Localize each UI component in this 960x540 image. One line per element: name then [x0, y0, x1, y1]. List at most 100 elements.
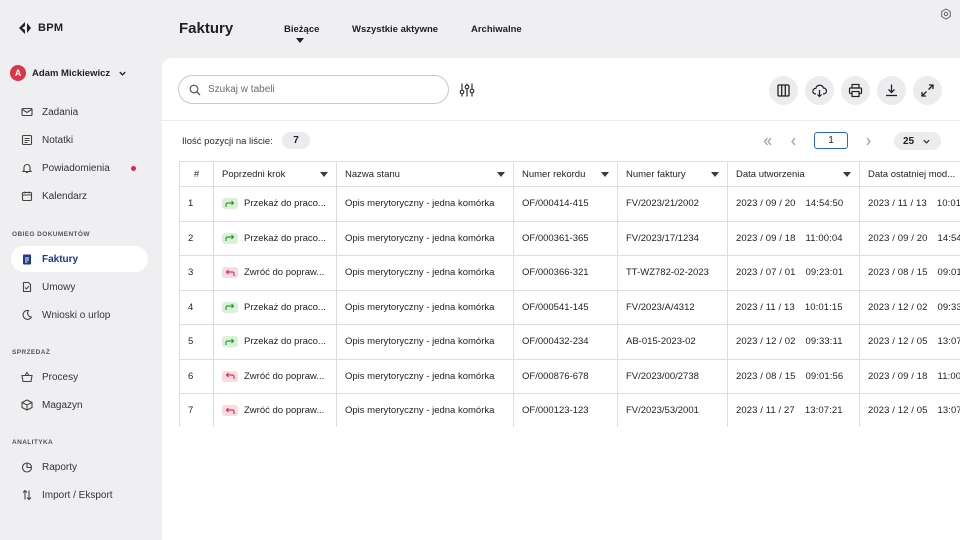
sort-caret-icon[interactable] — [843, 171, 851, 177]
sidebar-item-wnioski[interactable]: Wnioski o urlop — [11, 302, 148, 328]
cell-state-name: Opis merytoryczny - jedna komórka — [336, 220, 514, 256]
tab-biezace[interactable]: Bieżące — [284, 24, 319, 35]
created-time: 14:54:50 — [805, 198, 844, 210]
sidebar-item-procesy[interactable]: Procesy — [11, 364, 148, 390]
gear-icon[interactable] — [940, 8, 952, 20]
page-title: Faktury — [179, 20, 234, 37]
sidebar-item-faktury[interactable]: Faktury — [11, 246, 148, 272]
cell-previous-step: Zwróć do popraw... — [213, 393, 337, 427]
sort-caret-icon[interactable] — [601, 171, 609, 177]
column-header-invoice-number[interactable]: Numer faktury — [617, 161, 728, 187]
next-page-icon[interactable] — [863, 136, 874, 147]
created-date: 2023 / 09 / 20 — [736, 198, 796, 210]
bpm-logo-icon — [19, 22, 31, 34]
cell-record-number: OF/000876-678 — [513, 358, 618, 394]
pie-chart-icon — [21, 462, 33, 473]
created-date: 2023 / 11 / 27 — [736, 405, 795, 417]
sidebar-item-label: Powiadomienia — [42, 162, 110, 174]
modified-date: 2023 / 12 / 05 — [868, 336, 928, 348]
sidebar-item-import-eksport[interactable]: Import / Eksport — [11, 482, 148, 508]
columns-icon — [777, 84, 790, 97]
cell-invoice-number: TT-WZ782-02-2023 — [617, 255, 728, 291]
column-header-modified-date[interactable]: Data ostatniej mod... — [859, 161, 960, 187]
cloud-download-button[interactable] — [805, 76, 834, 105]
table-row[interactable]: 3 Zwróć do popraw... Opis merytoryczny - j… — [179, 255, 960, 291]
sidebar-item-raporty[interactable]: Raporty — [11, 454, 148, 480]
step-label: Zwróć do popraw... — [244, 267, 325, 279]
expand-button[interactable] — [913, 76, 942, 105]
step-label: Przekaż do praco... — [244, 301, 326, 313]
box-icon — [21, 399, 33, 411]
search-box[interactable] — [178, 75, 449, 104]
list-count-badge: 7 — [282, 132, 310, 149]
print-button[interactable] — [841, 76, 870, 105]
table-row[interactable]: 1 Przekaż do praco... Opis merytoryczny - … — [179, 186, 960, 222]
sidebar-item-notatki[interactable]: Notatki — [11, 127, 148, 153]
table-row[interactable]: 4 Przekaż do praco... Opis merytoryczny - … — [179, 289, 960, 325]
per-page-select[interactable]: 25 — [894, 132, 941, 150]
cell-created-date: 2023 / 12 / 02 09:33:11 — [727, 324, 860, 360]
prev-page-icon[interactable] — [788, 136, 799, 147]
expand-icon — [921, 84, 934, 97]
sidebar-item-umowy[interactable]: Umowy — [11, 274, 148, 300]
cell-modified-date: 2023 / 11 / 13 10:01:15 — [859, 186, 960, 222]
modified-date: 2023 / 11 / 13 — [868, 198, 927, 210]
sidebar-item-label: Faktury — [42, 253, 79, 265]
page-number-input[interactable] — [814, 132, 848, 149]
sidebar-item-label: Import / Eksport — [42, 489, 113, 501]
sort-caret-icon[interactable] — [711, 171, 719, 177]
sidebar-item-label: Umowy — [42, 281, 76, 293]
created-time: 09:33:11 — [805, 336, 843, 348]
sort-caret-icon[interactable] — [320, 171, 328, 177]
sidebar-item-label: Notatki — [42, 134, 74, 146]
cell-created-date: 2023 / 09 / 20 14:54:50 — [727, 186, 860, 222]
sort-caret-icon[interactable] — [497, 171, 505, 177]
clipboard-icon — [23, 254, 31, 265]
tab-wszystkie-aktywne[interactable]: Wszystkie aktywne — [352, 24, 438, 35]
table-row[interactable]: 6 Zwróć do popraw... Opis merytoryczny - j… — [179, 358, 960, 394]
chevron-down-icon — [923, 139, 930, 144]
column-header-label: Data ostatniej mod... — [868, 168, 956, 180]
sidebar-item-powiadomienia[interactable]: Powiadomienia — [11, 155, 148, 181]
table-row[interactable]: 2 Przekaż do praco... Opis merytoryczny - … — [179, 220, 960, 256]
forward-arrow-icon — [225, 338, 235, 345]
sidebar-item-magazyn[interactable]: Magazyn — [11, 392, 148, 418]
columns-button[interactable] — [769, 76, 798, 105]
cell-record-number: OF/000432-234 — [513, 324, 618, 360]
download-button[interactable] — [877, 76, 906, 105]
modified-time: 10:01:15 — [936, 198, 960, 210]
cell-record-number: OF/000541-145 — [513, 289, 618, 325]
cell-previous-step: Przekaż do praco... — [213, 220, 337, 256]
return-arrow-icon — [225, 407, 235, 414]
sidebar-item-kalendarz[interactable]: Kalendarz — [11, 183, 148, 209]
cell-invoice-number: FV/2023/00/2738 — [617, 358, 728, 394]
modified-time: 14:54:50 — [937, 232, 960, 244]
sidebar-item-zadania[interactable]: Zadania — [11, 99, 148, 125]
column-header-state-name[interactable]: Nazwa stanu — [336, 161, 514, 187]
created-date: 2023 / 09 / 18 — [736, 232, 796, 244]
column-header-created-date[interactable]: Data utworzenia — [727, 161, 860, 187]
cell-created-date: 2023 / 09 / 18 11:00:04 — [727, 220, 860, 256]
table-row[interactable]: 5 Przekaż do praco... Opis merytoryczny - … — [179, 324, 960, 360]
notification-dot — [131, 166, 136, 171]
column-header-previous-step[interactable]: Poprzedni krok — [213, 161, 337, 187]
cell-state-name: Opis merytoryczny - jedna komórka — [336, 255, 514, 291]
cell-invoice-number: FV/2023/A/4312 — [617, 289, 728, 325]
column-header-number[interactable]: # — [179, 161, 214, 187]
search-input[interactable] — [208, 84, 428, 95]
filter-sliders-icon[interactable] — [459, 82, 475, 98]
brand[interactable]: BPM — [18, 21, 63, 35]
cell-number: 4 — [179, 289, 214, 325]
column-header-label: Numer faktury — [626, 168, 686, 180]
table-row[interactable]: 7 Zwróć do popraw... Opis merytoryczny - j… — [179, 393, 960, 427]
column-header-record-number[interactable]: Numer rekordu — [513, 161, 618, 187]
tab-archiwalne[interactable]: Archiwalne — [471, 24, 522, 35]
user-menu[interactable]: A Adam Mickiewicz — [10, 65, 127, 81]
list-count-label: Ilość pozycji na liście: — [182, 136, 273, 147]
first-page-icon[interactable] — [762, 136, 773, 147]
sidebar-item-label: Wnioski o urlop — [42, 309, 111, 321]
step-direction-badge — [222, 336, 238, 348]
cell-state-name: Opis merytoryczny - jedna komórka — [336, 358, 514, 394]
cell-number: 3 — [179, 255, 214, 291]
created-time: 13:07:21 — [804, 405, 843, 417]
